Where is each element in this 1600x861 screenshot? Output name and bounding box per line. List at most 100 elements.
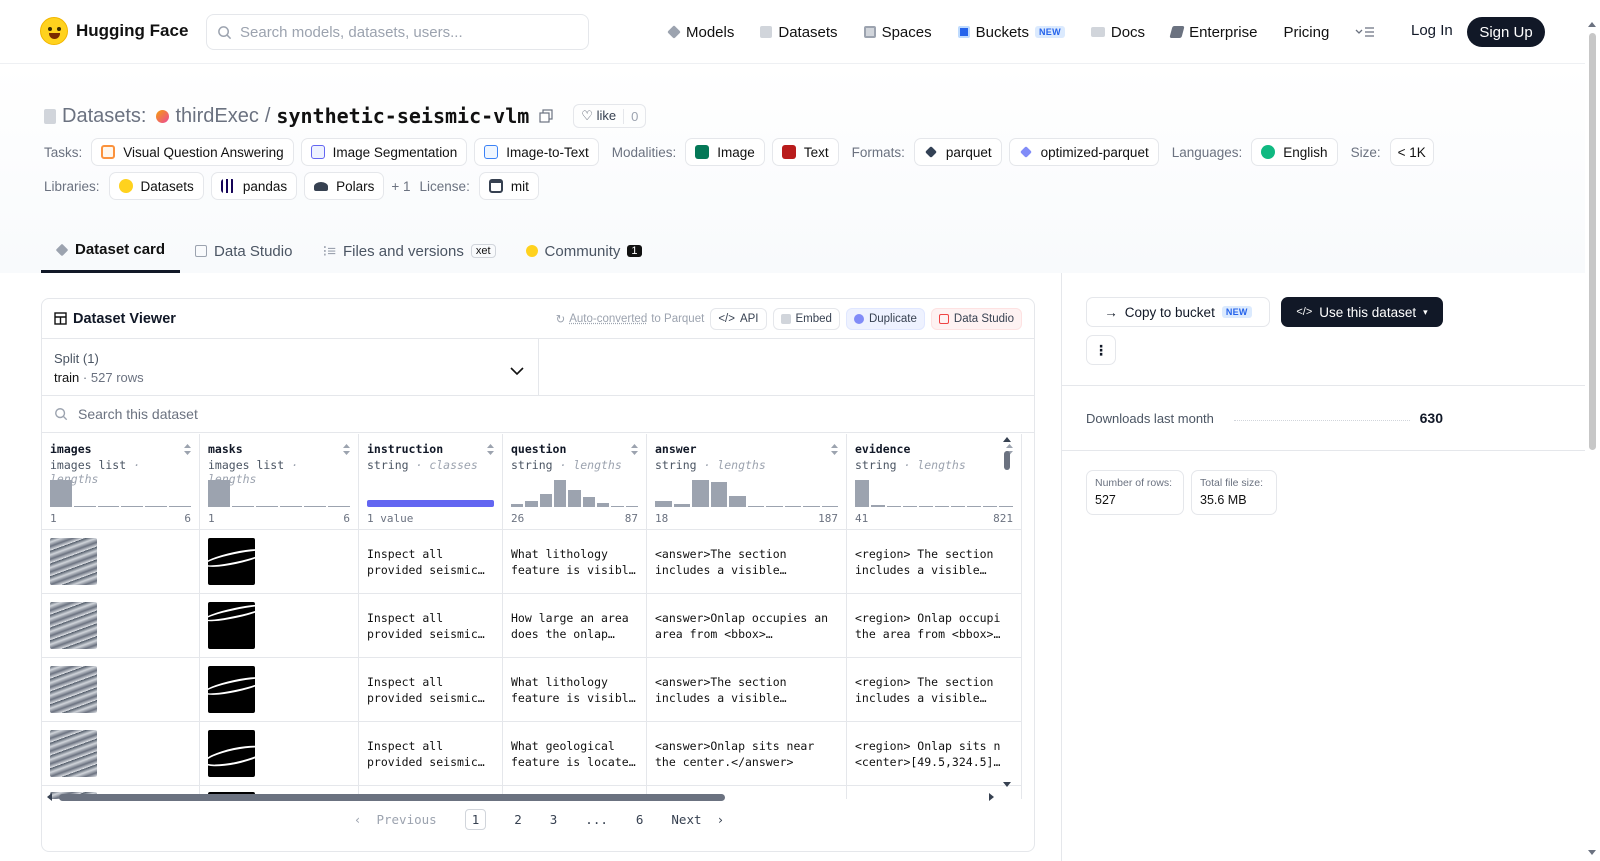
like-button[interactable]: ♡ like 0 bbox=[573, 104, 647, 128]
sort-icon[interactable] bbox=[487, 444, 494, 455]
histogram-bar[interactable] bbox=[983, 505, 997, 507]
histogram-bar[interactable] bbox=[145, 505, 168, 507]
column-header[interactable]: answer string · lengths 18 187 bbox=[647, 434, 846, 530]
auto-converted-note[interactable]: ↻ Auto-converted to Parquet bbox=[556, 312, 705, 326]
histogram-bar[interactable] bbox=[97, 505, 120, 507]
histogram-bar[interactable] bbox=[280, 505, 302, 507]
page-scrollbar[interactable] bbox=[1585, 0, 1600, 861]
column-histogram[interactable] bbox=[655, 479, 838, 507]
column-histogram[interactable] bbox=[511, 479, 638, 507]
column-histogram[interactable] bbox=[208, 479, 350, 507]
mask-image[interactable] bbox=[208, 730, 255, 777]
split-selector[interactable]: Split (1) train · 527 rows bbox=[42, 339, 539, 395]
column-histogram[interactable] bbox=[367, 479, 494, 507]
histogram-bar[interactable] bbox=[935, 505, 949, 507]
nav-pricing-link[interactable]: Pricing bbox=[1283, 24, 1329, 41]
histogram-bar[interactable] bbox=[887, 505, 901, 507]
nav-buckets-link[interactable]: Buckets NEW bbox=[957, 24, 1065, 41]
nav-docs-link[interactable]: Docs bbox=[1090, 24, 1145, 41]
tab-files-and-versions[interactable]: ⁝≡ Files and versions xet bbox=[307, 229, 510, 273]
home-logo-link[interactable]: Hugging Face bbox=[40, 17, 188, 45]
column-histogram[interactable] bbox=[50, 479, 191, 507]
histogram-bar[interactable] bbox=[511, 504, 524, 507]
dataset-search-input[interactable]: Search this dataset bbox=[42, 396, 1034, 433]
vertical-scrollbar[interactable] bbox=[1000, 434, 1014, 789]
table-cell[interactable] bbox=[200, 658, 358, 722]
mask-image[interactable] bbox=[208, 602, 255, 649]
seismic-image[interactable] bbox=[50, 730, 97, 777]
histogram-bar[interactable] bbox=[256, 505, 278, 507]
table-cell[interactable] bbox=[200, 594, 358, 658]
page-3-button[interactable]: 3 bbox=[550, 812, 558, 827]
more-options-button[interactable]: ⋮ bbox=[1086, 335, 1116, 365]
page-2-button[interactable]: 2 bbox=[514, 812, 522, 827]
histogram-bar[interactable] bbox=[169, 505, 191, 507]
library-tag-pandas[interactable]: pandas bbox=[210, 172, 298, 200]
histogram-bar[interactable] bbox=[553, 480, 567, 507]
sort-icon[interactable] bbox=[631, 444, 638, 455]
histogram-bar[interactable] bbox=[710, 481, 727, 507]
histogram-bar[interactable] bbox=[232, 505, 254, 507]
tab-data-studio[interactable]: Data Studio bbox=[180, 229, 307, 273]
table-cell[interactable] bbox=[42, 658, 199, 722]
column-header[interactable]: masks images list · lengths 1 6 bbox=[200, 434, 358, 530]
histogram-bar[interactable] bbox=[729, 495, 746, 507]
format-tag-optimized-parquet[interactable]: optimized-parquet bbox=[1008, 138, 1159, 166]
login-link[interactable]: Log In bbox=[1411, 22, 1453, 39]
histogram-bar[interactable] bbox=[871, 504, 885, 507]
table-cell[interactable]: <region> Onlap occupi the area from <bbo… bbox=[847, 594, 1021, 658]
task-tag-segmentation[interactable]: Image Segmentation bbox=[300, 138, 468, 166]
histogram-bar[interactable] bbox=[525, 501, 538, 507]
column-histogram[interactable] bbox=[855, 479, 1013, 507]
column-header[interactable]: question string · lengths 26 87 bbox=[503, 434, 646, 530]
column-header[interactable]: evidence string · lengths 41 821 bbox=[847, 434, 1021, 530]
copy-icon[interactable] bbox=[539, 109, 553, 123]
seismic-image[interactable] bbox=[50, 538, 97, 585]
table-cell[interactable]: What lithology feature is visibl… bbox=[503, 530, 646, 594]
table-cell[interactable]: Inspect all provided seismic… bbox=[359, 594, 502, 658]
data-studio-button[interactable]: Data Studio bbox=[930, 307, 1022, 330]
histogram-bar[interactable] bbox=[951, 505, 965, 507]
table-cell[interactable]: <answer>The section includes a visible… bbox=[647, 658, 846, 722]
table-cell[interactable]: Inspect all provided seismic… bbox=[359, 658, 502, 722]
table-cell[interactable]: <answer>The section includes a visible… bbox=[647, 530, 846, 594]
histogram-bar[interactable] bbox=[582, 497, 595, 507]
histogram-bar[interactable] bbox=[784, 505, 801, 507]
nav-spaces-link[interactable]: Spaces bbox=[863, 24, 932, 41]
tab-community[interactable]: Community 1 bbox=[511, 229, 657, 273]
nav-datasets-link[interactable]: Datasets bbox=[760, 24, 838, 41]
previous-page-button[interactable]: ‹ Previous bbox=[354, 812, 437, 827]
table-cell[interactable]: <answer>Onlap occupies an area from <bbo… bbox=[647, 594, 846, 658]
embed-button[interactable]: Embed bbox=[772, 307, 840, 330]
page-6-button[interactable]: 6 bbox=[636, 812, 644, 827]
histogram-bar[interactable] bbox=[611, 505, 624, 507]
histogram-bar[interactable] bbox=[304, 505, 326, 507]
mask-image[interactable] bbox=[208, 666, 255, 713]
table-cell[interactable]: Inspect all provided seismic… bbox=[359, 530, 502, 594]
page-1-button[interactable]: 1 bbox=[464, 808, 487, 830]
global-search-input[interactable]: Search models, datasets, users... bbox=[206, 14, 589, 50]
column-header[interactable]: instruction string · classes 1 value bbox=[359, 434, 502, 530]
duplicate-button[interactable]: Duplicate bbox=[845, 307, 925, 330]
table-cell[interactable] bbox=[42, 530, 199, 594]
use-this-dataset-button[interactable]: </> Use this dataset ▾ bbox=[1281, 297, 1443, 327]
task-tag-vqa[interactable]: Visual Question Answering bbox=[91, 138, 294, 166]
histogram-bar[interactable] bbox=[328, 505, 350, 507]
histogram-bar[interactable] bbox=[208, 480, 230, 507]
seismic-image[interactable] bbox=[50, 602, 97, 649]
histogram-bar[interactable] bbox=[73, 505, 96, 507]
next-page-button[interactable]: Next › bbox=[671, 812, 724, 827]
repo-owner-link[interactable]: thirdExec bbox=[175, 105, 258, 128]
histogram-bar[interactable] bbox=[673, 504, 690, 507]
histogram-bar[interactable] bbox=[625, 505, 638, 507]
library-tag-polars[interactable]: Polars bbox=[304, 172, 385, 200]
modality-tag-image[interactable]: Image bbox=[685, 138, 765, 166]
table-cell[interactable]: What geological feature is locate… bbox=[503, 722, 646, 786]
table-cell[interactable]: <region> The section includes a visible… bbox=[847, 658, 1021, 722]
histogram-bar[interactable] bbox=[747, 505, 764, 507]
table-cell[interactable] bbox=[42, 722, 199, 786]
license-tag-mit[interactable]: mit bbox=[478, 172, 539, 200]
histogram-bar[interactable] bbox=[821, 505, 838, 507]
column-header[interactable]: images images list · lengths 1 6 bbox=[42, 434, 199, 530]
language-tag-english[interactable]: English bbox=[1251, 138, 1338, 166]
